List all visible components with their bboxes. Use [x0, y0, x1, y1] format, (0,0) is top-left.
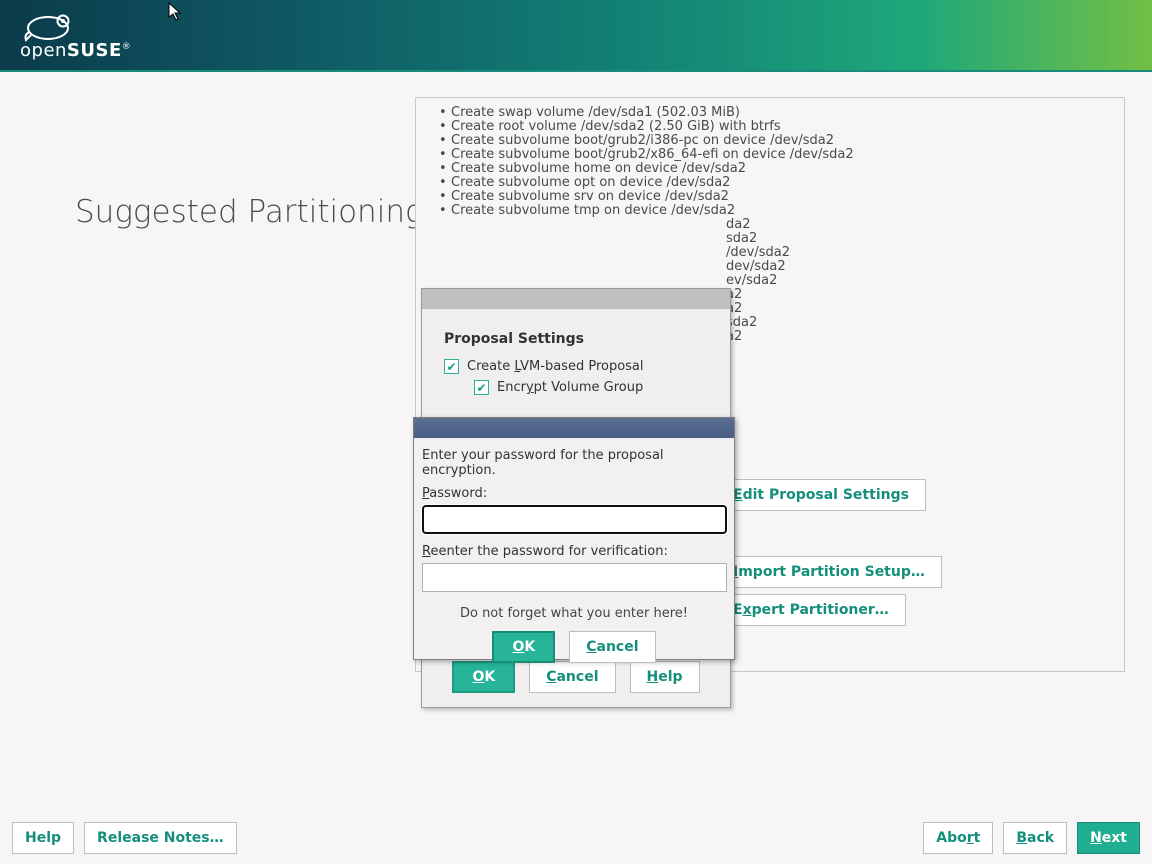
brand-text: openSUSE®: [20, 40, 131, 61]
checkbox-checked-icon: ✔: [474, 380, 489, 395]
encrypt-volume-group-checkbox[interactable]: ✔ Encrypt Volume Group: [474, 380, 708, 395]
password-hint-text: Do not forget what you enter here!: [422, 606, 726, 621]
edit-proposal-settings-button[interactable]: Edit PEdit Proposal Settingsroposal Sett…: [716, 479, 926, 511]
partition-action-item: Create root volume /dev/sda2 (2.50 GiB) …: [431, 120, 1114, 134]
footer-bar: Help Release Notes… Abort Back Next: [0, 812, 1152, 864]
footer-next-button[interactable]: Next: [1077, 822, 1140, 854]
import-partition-setup-button[interactable]: Import PImport Partition Setup…artition …: [716, 556, 942, 588]
partition-actions-peek: da2sda2/dev/sda2dev/sda2ev/sda2a2a2sda2a…: [726, 218, 790, 344]
opensuse-logo: openSUSE®: [20, 10, 131, 61]
page-title: Suggested Partitioning: [75, 194, 424, 230]
expert-partitioner-button[interactable]: ExperExpert Partitioner…t Partitioner…: [716, 594, 906, 626]
password-cancel-button[interactable]: Cancel: [569, 631, 655, 663]
footer-help-button[interactable]: Help: [12, 822, 74, 854]
password-ok-button[interactable]: OK: [492, 631, 555, 663]
partition-action-item: Create subvolume srv on device /dev/sda2: [431, 190, 1114, 204]
partition-action-item: sda2: [726, 316, 790, 330]
footer-back-button[interactable]: Back: [1003, 822, 1067, 854]
partition-action-item: Create subvolume home on device /dev/sda…: [431, 162, 1114, 176]
encryption-password-dialog: Enter your password for the proposal enc…: [413, 417, 735, 660]
password-input[interactable]: [422, 505, 727, 534]
partition-action-item: dev/sda2: [726, 260, 790, 274]
checkbox-checked-icon: ✔: [444, 359, 459, 374]
reenter-password-label: Reenter the password for verification:: [422, 544, 726, 559]
create-lvm-checkbox[interactable]: ✔ Create LVM-based Proposal: [444, 359, 708, 374]
dialog-titlebar[interactable]: [422, 289, 730, 309]
partition-action-item: da2: [726, 218, 790, 232]
partition-action-item: Create subvolume boot/grub2/i386-pc on d…: [431, 134, 1114, 148]
partition-action-item: a2: [726, 288, 790, 302]
main-area: Suggested Partitioning Create swap volum…: [0, 72, 1152, 812]
partition-actions-list: Create swap volume /dev/sda1 (502.03 MiB…: [431, 106, 1114, 218]
password-prompt-text: Enter your password for the proposal enc…: [422, 448, 726, 478]
footer-abort-button[interactable]: Abort: [923, 822, 993, 854]
top-banner: openSUSE®: [0, 0, 1152, 70]
partition-action-item: a2: [726, 330, 790, 344]
partition-action-item: Create swap volume /dev/sda1 (502.03 MiB…: [431, 106, 1114, 120]
proposal-settings-heading: Proposal Settings: [444, 331, 708, 347]
chameleon-icon: [20, 10, 88, 42]
password-label: Password:: [422, 486, 726, 501]
partition-action-item: sda2: [726, 232, 790, 246]
partition-action-item: Create subvolume boot/grub2/x86_64-efi o…: [431, 148, 1114, 162]
footer-release-notes-button[interactable]: Release Notes…: [84, 822, 237, 854]
partition-action-item: /dev/sda2: [726, 246, 790, 260]
reenter-password-input[interactable]: [422, 563, 727, 592]
partition-action-item: Create subvolume opt on device /dev/sda2: [431, 176, 1114, 190]
dialog-titlebar[interactable]: [414, 418, 734, 438]
partition-action-item: a2: [726, 302, 790, 316]
partition-action-item: ev/sda2: [726, 274, 790, 288]
partition-action-item: Create subvolume tmp on device /dev/sda2: [431, 204, 1114, 218]
